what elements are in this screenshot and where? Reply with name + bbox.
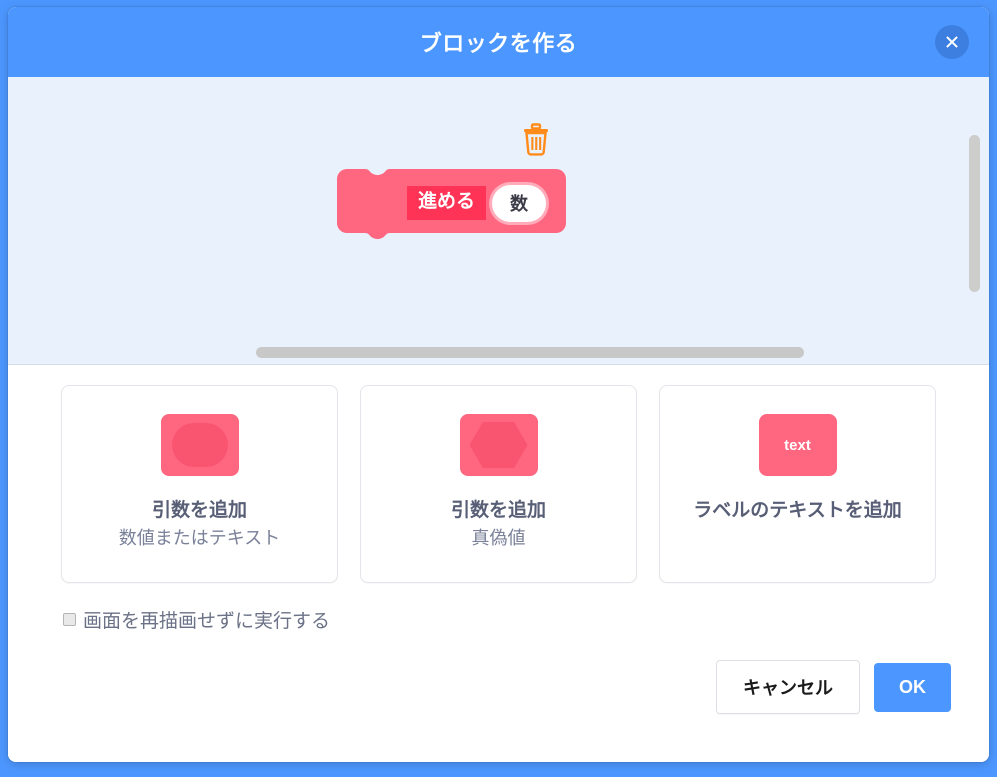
add-number-text-input-card[interactable]: 引数を追加 数値またはテキスト <box>61 385 338 583</box>
block-argument-input[interactable]: 数 <box>492 184 547 222</box>
option-cards: 引数を追加 数値またはテキスト 引数を追加 真偽値 text ラベルのテキストを… <box>61 385 936 583</box>
round-shape <box>171 423 228 467</box>
ok-button[interactable]: OK <box>874 662 951 712</box>
option-title: 引数を追加 <box>151 500 247 521</box>
dialog-body: 引数を追加 数値またはテキスト 引数を追加 真偽値 text ラベルのテキストを… <box>8 365 989 762</box>
block-workspace[interactable]: 進める 数 <box>8 77 989 365</box>
define-block[interactable]: 進める 数 <box>337 169 566 240</box>
text-glyph: text <box>784 436 811 454</box>
block-label[interactable]: 進める <box>407 185 487 221</box>
make-a-block-dialog: ブロックを作る 進める 数 引数を追加 数値またはテキスト 引数を追加 真偽値 … <box>8 7 989 762</box>
option-title: ラベルのテキストを追加 <box>693 500 902 521</box>
option-subtitle: 数値またはテキスト <box>118 527 281 548</box>
option-subtitle: 真偽値 <box>471 527 526 548</box>
trash-icon[interactable] <box>521 123 551 157</box>
run-without-refresh-label[interactable]: 画面を再描画せずに実行する <box>83 606 330 633</box>
workspace-horizontal-scrollbar[interactable] <box>256 347 804 358</box>
cancel-button[interactable]: キャンセル <box>716 660 860 714</box>
block-canvas: 進める 数 <box>337 123 566 240</box>
close-button[interactable] <box>935 25 969 59</box>
option-title: 引数を追加 <box>450 500 546 521</box>
dialog-footer: キャンセル OK <box>716 660 951 714</box>
boolean-input-icon <box>459 414 538 476</box>
dialog-title: ブロックを作る <box>419 31 578 56</box>
hexagon-shape <box>469 422 528 468</box>
add-boolean-input-card[interactable]: 引数を追加 真偽値 <box>360 385 637 583</box>
run-without-refresh-row: 画面を再描画せずに実行する <box>63 606 936 633</box>
workspace-vertical-scrollbar[interactable] <box>969 135 980 292</box>
run-without-refresh-checkbox[interactable] <box>63 613 76 626</box>
label-text-icon: text <box>758 414 837 476</box>
close-icon <box>945 35 959 49</box>
round-input-icon <box>160 414 239 476</box>
dialog-title-bar: ブロックを作る <box>8 7 989 77</box>
block-content: 進める 数 <box>407 181 547 225</box>
add-label-text-card[interactable]: text ラベルのテキストを追加 <box>659 385 936 583</box>
